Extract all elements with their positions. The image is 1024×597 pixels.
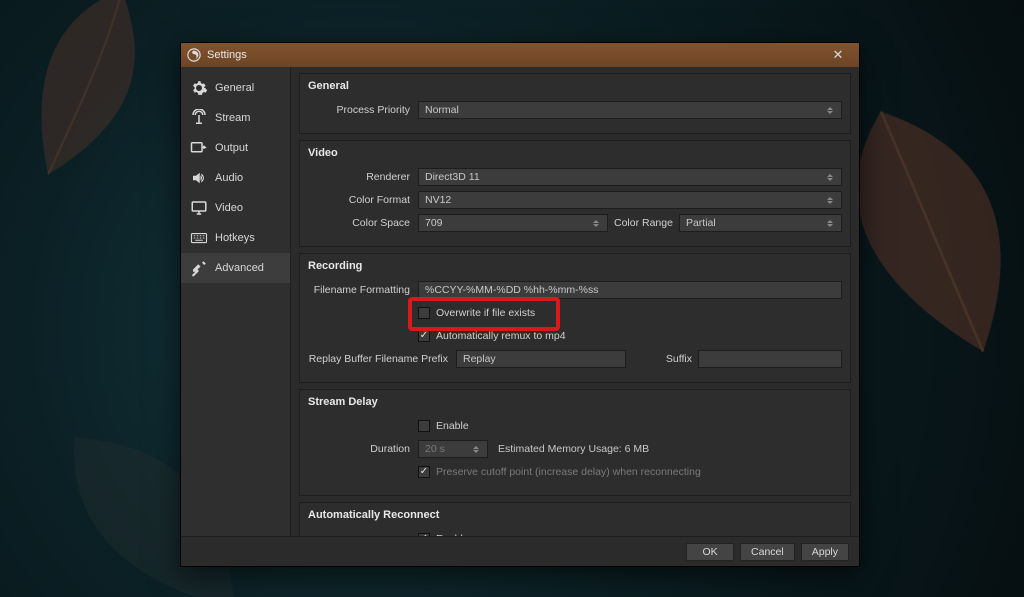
color-format-select[interactable]: NV12	[418, 191, 842, 209]
ok-button[interactable]: OK	[686, 543, 734, 561]
replay-suffix-label: Suffix	[632, 353, 692, 365]
section-title: Video	[308, 147, 842, 159]
sidebar: General Stream Output Audio Video Hotkey…	[181, 67, 291, 536]
color-space-label: Color Space	[308, 217, 418, 229]
checkbox-icon	[418, 466, 430, 478]
section-title: General	[308, 80, 842, 92]
monitor-icon	[189, 199, 209, 217]
close-button[interactable]: ✕	[823, 47, 853, 63]
filename-formatting-input[interactable]: %CCYY-%MM-%DD %hh-%mm-%ss	[418, 281, 842, 299]
sidebar-item-label: Audio	[215, 172, 243, 184]
renderer-label: Renderer	[308, 171, 418, 183]
apply-button[interactable]: Apply	[801, 543, 849, 561]
sidebar-item-general[interactable]: General	[181, 73, 290, 103]
renderer-select[interactable]: Direct3D 11	[418, 168, 842, 186]
section-auto-reconnect: Automatically Reconnect Enable Retry Del…	[299, 502, 851, 536]
keyboard-icon	[189, 229, 209, 247]
section-recording: Recording Filename Formatting %CCYY-%MM-…	[299, 253, 851, 383]
settings-window: Settings ✕ General Stream Output Audio	[180, 42, 860, 567]
sidebar-item-label: Hotkeys	[215, 232, 255, 244]
preserve-cutoff-checkbox[interactable]: Preserve cutoff point (increase delay) w…	[418, 466, 701, 478]
process-priority-label: Process Priority	[308, 104, 418, 116]
sidebar-item-label: General	[215, 82, 254, 94]
obs-icon	[187, 48, 201, 62]
memory-estimate-text: Estimated Memory Usage: 6 MB	[498, 443, 649, 455]
sidebar-item-label: Output	[215, 142, 248, 154]
duration-label: Duration	[308, 443, 418, 455]
sidebar-item-label: Stream	[215, 112, 250, 124]
sidebar-item-hotkeys[interactable]: Hotkeys	[181, 223, 290, 253]
delay-enable-checkbox[interactable]: Enable	[418, 420, 469, 432]
sidebar-item-audio[interactable]: Audio	[181, 163, 290, 193]
color-range-label: Color Range	[614, 217, 673, 229]
color-range-select[interactable]: Partial	[679, 214, 842, 232]
sidebar-item-advanced[interactable]: Advanced	[181, 253, 290, 283]
sidebar-item-label: Advanced	[215, 262, 264, 274]
overwrite-checkbox[interactable]: Overwrite if file exists	[418, 307, 535, 319]
filename-formatting-label: Filename Formatting	[308, 284, 418, 296]
settings-content: General Process Priority Normal Video Re…	[291, 67, 859, 536]
duration-input[interactable]: 20 s	[418, 440, 488, 458]
checkbox-icon	[418, 420, 430, 432]
color-space-select[interactable]: 709	[418, 214, 608, 232]
window-title: Settings	[207, 49, 823, 61]
section-general: General Process Priority Normal	[299, 73, 851, 134]
checkbox-icon	[418, 330, 430, 342]
checkbox-icon	[418, 307, 430, 319]
section-title: Automatically Reconnect	[308, 509, 842, 521]
gear-icon	[189, 79, 209, 97]
section-stream-delay: Stream Delay Enable Duration 20 s Estima…	[299, 389, 851, 496]
tools-icon	[189, 259, 209, 277]
sidebar-item-output[interactable]: Output	[181, 133, 290, 163]
sidebar-item-stream[interactable]: Stream	[181, 103, 290, 133]
section-title: Recording	[308, 260, 842, 272]
process-priority-select[interactable]: Normal	[418, 101, 842, 119]
replay-suffix-input[interactable]	[698, 350, 842, 368]
replay-prefix-label: Replay Buffer Filename Prefix	[308, 353, 456, 365]
output-icon	[189, 139, 209, 157]
antenna-icon	[189, 109, 209, 127]
titlebar: Settings ✕	[181, 43, 859, 67]
section-title: Stream Delay	[308, 396, 842, 408]
dialog-footer: OK Cancel Apply	[181, 536, 859, 566]
sidebar-item-label: Video	[215, 202, 243, 214]
cancel-button[interactable]: Cancel	[740, 543, 795, 561]
remux-checkbox[interactable]: Automatically remux to mp4	[418, 330, 566, 342]
color-format-label: Color Format	[308, 194, 418, 206]
replay-prefix-input[interactable]: Replay	[456, 350, 626, 368]
section-video: Video Renderer Direct3D 11 Color Format …	[299, 140, 851, 247]
sidebar-item-video[interactable]: Video	[181, 193, 290, 223]
speaker-icon	[189, 169, 209, 187]
